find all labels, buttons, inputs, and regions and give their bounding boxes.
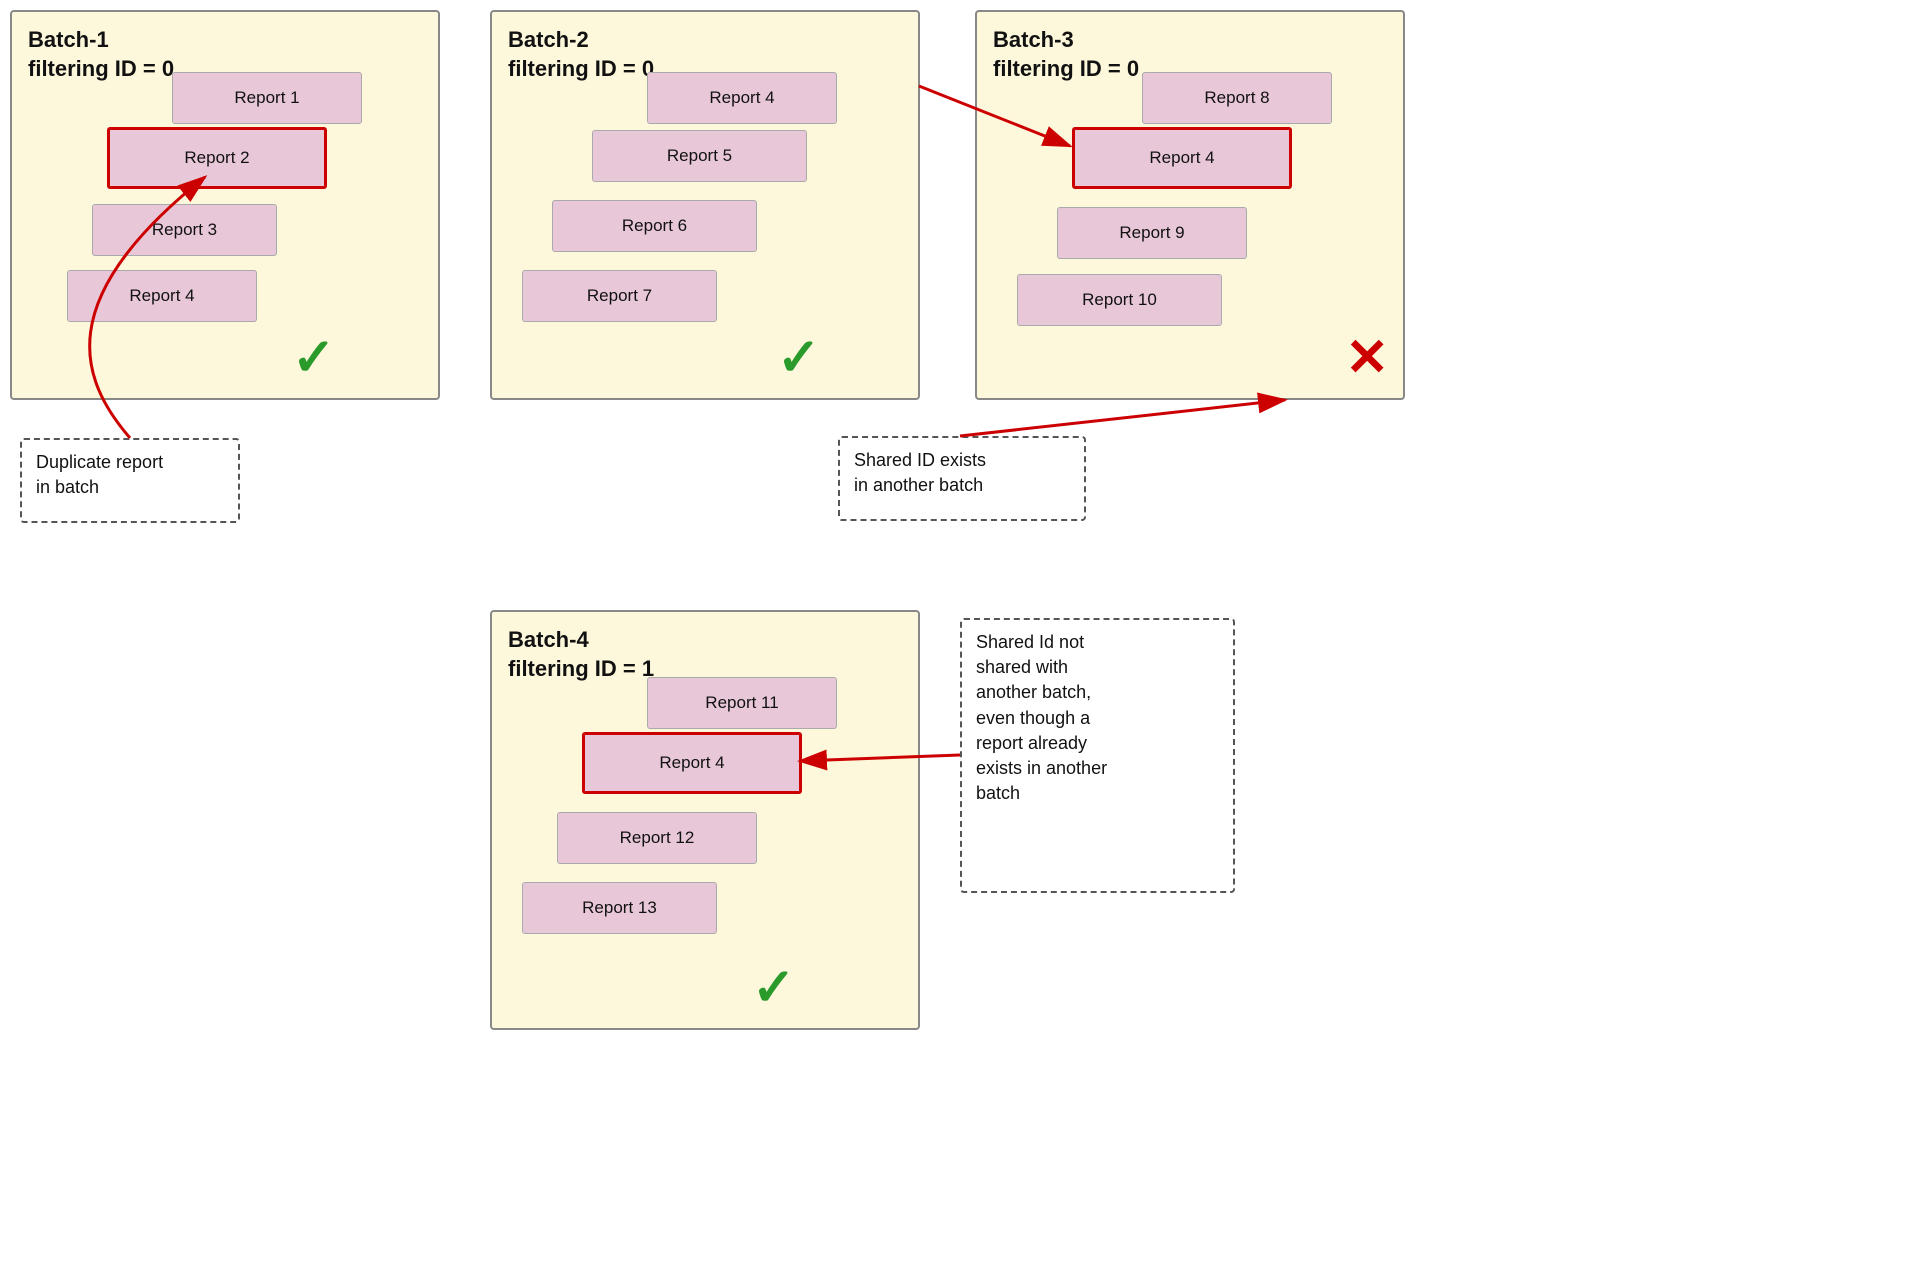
batch-box-3: Batch-3 filtering ID = 0 Report 8 Report… bbox=[975, 10, 1405, 400]
annotation-text: Shared Id not shared with another batch,… bbox=[976, 632, 1107, 803]
report-card-highlighted: Report 4 bbox=[582, 732, 802, 794]
annotation-text: Duplicate report in batch bbox=[36, 452, 163, 497]
report-card: Report 1 bbox=[172, 72, 362, 124]
report-card: Report 10 bbox=[1017, 274, 1222, 326]
report-card: Report 3 bbox=[92, 204, 277, 256]
report-label: Report 4 bbox=[129, 286, 194, 306]
batch-box-4: Batch-4 filtering ID = 1 Report 11 Repor… bbox=[490, 610, 920, 1030]
batch4-title: Batch-4 filtering ID = 1 bbox=[508, 626, 902, 683]
report-label: Report 13 bbox=[582, 898, 657, 918]
batch1-checkmark: ✓ bbox=[292, 332, 336, 384]
report-label: Report 11 bbox=[705, 693, 778, 713]
report-label: Report 2 bbox=[184, 148, 249, 168]
report-label: Report 6 bbox=[622, 216, 687, 236]
report-card: Report 5 bbox=[592, 130, 807, 182]
report-card: Report 6 bbox=[552, 200, 757, 252]
batch3-xmark: ✕ bbox=[1345, 332, 1389, 384]
report-card-highlighted: Report 2 bbox=[107, 127, 327, 189]
report-label: Report 3 bbox=[152, 220, 217, 240]
report-label: Report 8 bbox=[1204, 88, 1269, 108]
report-card: Report 4 bbox=[647, 72, 837, 124]
batch-box-2: Batch-2 filtering ID = 0 Report 4 Report… bbox=[490, 10, 920, 400]
report-card-highlighted: Report 4 bbox=[1072, 127, 1292, 189]
report-label: Report 1 bbox=[234, 88, 299, 108]
report-card: Report 9 bbox=[1057, 207, 1247, 259]
report-label: Report 5 bbox=[667, 146, 732, 166]
report-label: Report 9 bbox=[1119, 223, 1184, 243]
report-label: Report 12 bbox=[620, 828, 695, 848]
arrow-shared-id-annotation bbox=[960, 400, 1285, 436]
report-label: Report 7 bbox=[587, 286, 652, 306]
batch4-checkmark: ✓ bbox=[752, 962, 796, 1014]
report-label: Report 4 bbox=[659, 753, 724, 773]
report-card: Report 11 bbox=[647, 677, 837, 729]
diagram-container: Batch-1 filtering ID = 0 Report 1 Report… bbox=[0, 0, 1921, 1270]
annotation-shared-id-not-shared: Shared Id not shared with another batch,… bbox=[960, 618, 1235, 893]
annotation-shared-id: Shared ID exists in another batch bbox=[838, 436, 1086, 521]
report-card: Report 13 bbox=[522, 882, 717, 934]
annotation-text: Shared ID exists in another batch bbox=[854, 450, 986, 495]
report-label: Report 4 bbox=[1149, 148, 1214, 168]
report-card: Report 12 bbox=[557, 812, 757, 864]
report-label: Report 4 bbox=[709, 88, 774, 108]
batch2-checkmark: ✓ bbox=[777, 332, 821, 384]
report-label: Report 10 bbox=[1082, 290, 1157, 310]
report-card: Report 4 bbox=[67, 270, 257, 322]
annotation-duplicate: Duplicate report in batch bbox=[20, 438, 240, 523]
batch-box-1: Batch-1 filtering ID = 0 Report 1 Report… bbox=[10, 10, 440, 400]
report-card: Report 7 bbox=[522, 270, 717, 322]
report-card: Report 8 bbox=[1142, 72, 1332, 124]
